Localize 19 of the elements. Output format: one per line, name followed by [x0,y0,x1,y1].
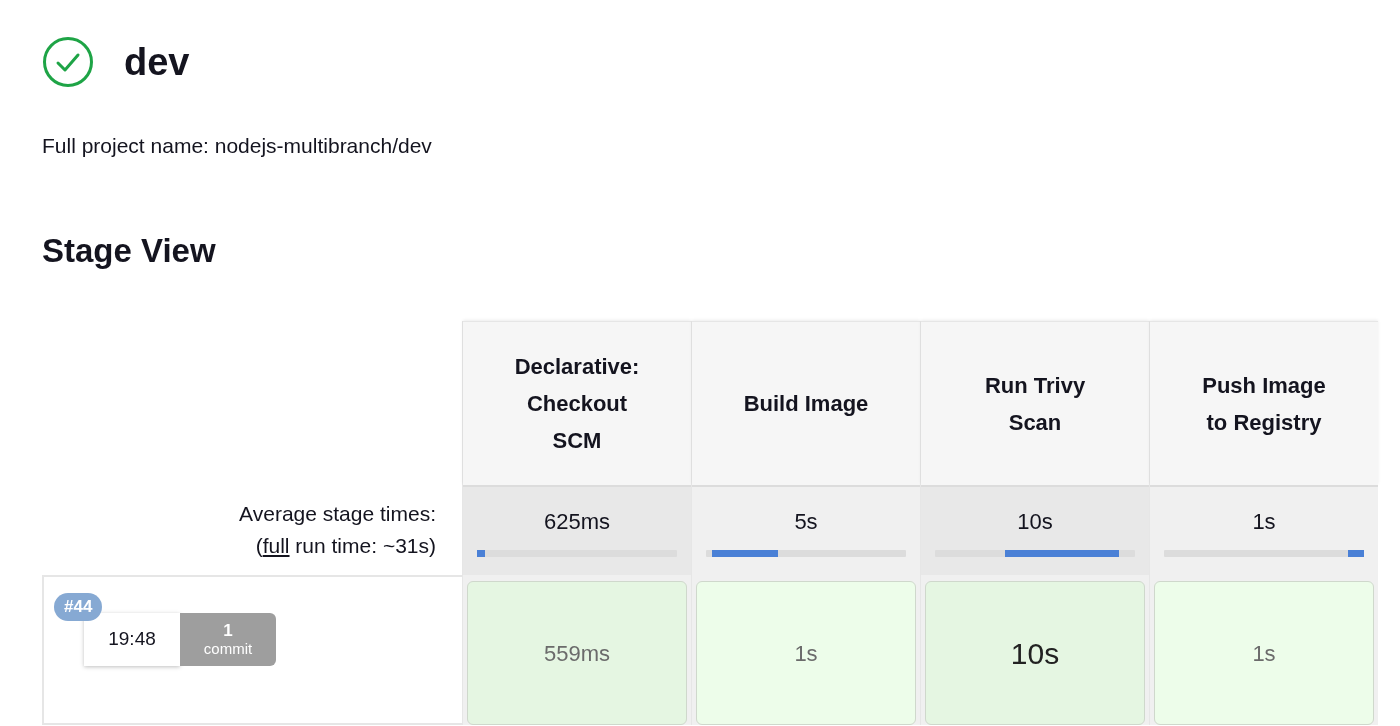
stage-duration-cell[interactable]: 10s [925,581,1145,725]
full-run-time-label: (full run time: ~31s) [255,533,436,559]
stage-header: Push Image to Registry [1150,321,1378,485]
average-stage-times-label: Average stage times: [239,501,436,527]
stage-duration-cell[interactable]: 1s [1154,581,1374,725]
stage-duration-cell[interactable]: 1s [696,581,916,725]
average-time: 10s [1017,508,1053,536]
commits-button[interactable]: 1 commit [180,613,276,666]
full-project-name: Full project name: nodejs-multibranch/dev [42,134,432,157]
average-time: 5s [794,508,818,536]
average-time: 625ms [543,508,610,536]
job-title: dev [124,39,190,85]
average-time: 1s [1252,508,1276,536]
stage-header: Run Trivy Scan [921,321,1149,485]
stage-duration-cell[interactable]: 559ms [467,581,687,725]
section-heading: Stage View [42,231,216,269]
stage-header: Build Image [692,321,920,485]
run-time: 19:48 [84,613,180,666]
stage-header: Declarative: Checkout SCM [463,321,691,485]
